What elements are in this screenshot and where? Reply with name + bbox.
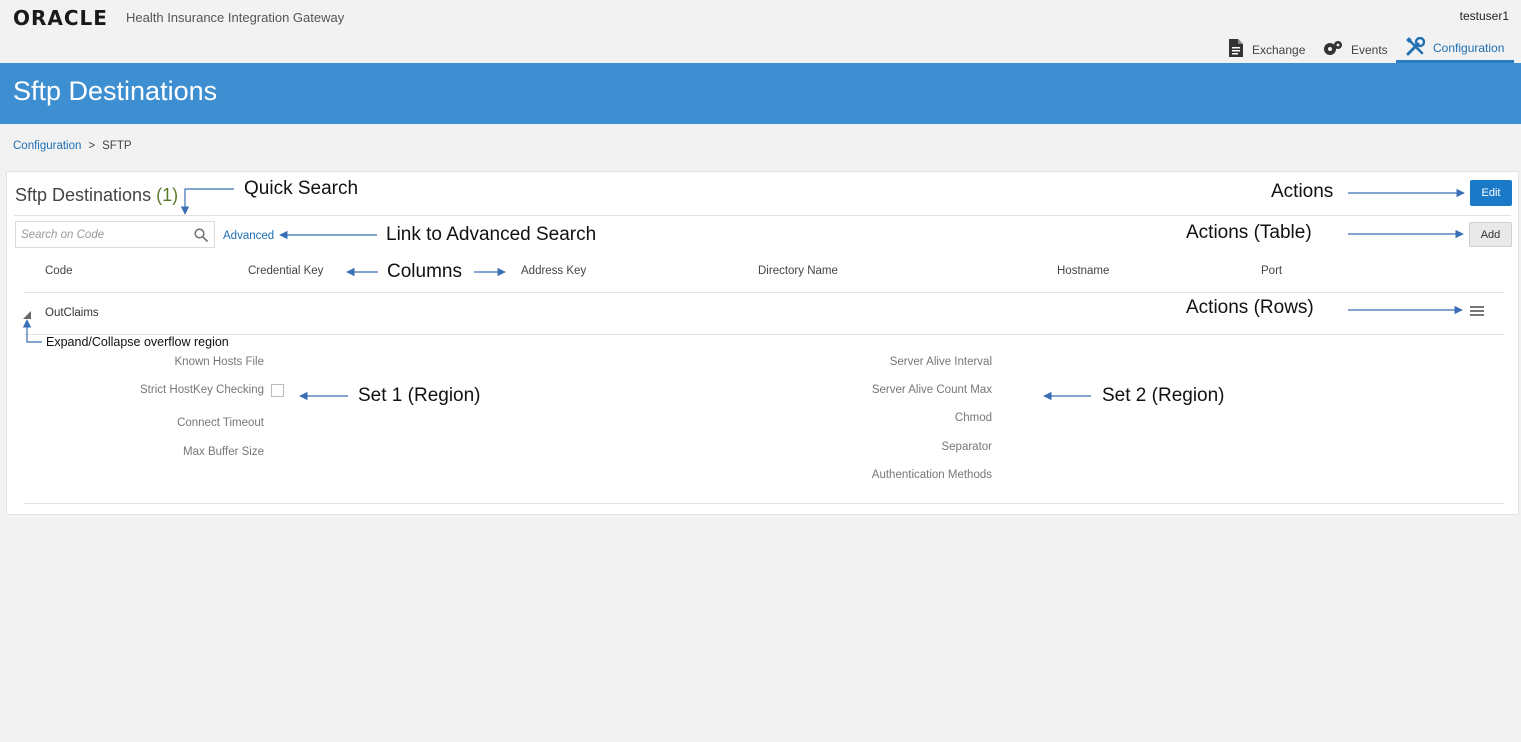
field-chmod: Chmod [954,412,992,424]
strict-hostkey-checkbox[interactable] [271,384,284,397]
annotation-actions-table: Actions (Table) [1186,222,1312,243]
header-divider [14,215,1511,216]
breadcrumb-configuration[interactable]: Configuration [13,140,81,152]
top-bar: ORACLE Health Insurance Integration Gate… [0,0,1521,63]
annotation-set2: Set 2 (Region) [1102,385,1225,406]
events-icon [1323,40,1343,59]
field-strict-hostkey-checking: Strict HostKey Checking [140,384,264,396]
search-input[interactable] [16,222,186,247]
field-server-alive-interval: Server Alive Interval [889,356,992,368]
breadcrumb: Configuration > SFTP [13,140,132,152]
annotation-expand-collapse: Expand/Collapse overflow region [46,335,229,349]
column-address-key[interactable]: Address Key [521,265,586,277]
nav-events[interactable]: Events [1323,36,1388,63]
breadcrumb-current: SFTP [102,140,132,152]
field-separator: Separator [941,441,992,453]
column-credential-key[interactable]: Credential Key [248,265,323,277]
nav-exchange[interactable]: Exchange [1228,36,1305,63]
user-menu[interactable]: testuser1 [1460,9,1509,23]
quick-search [15,221,215,248]
panel-title-text: Sftp Destinations [15,185,152,205]
field-authentication-methods: Authentication Methods [871,469,992,481]
app-title: Health Insurance Integration Gateway [126,10,345,25]
nav-configuration-label: Configuration [1433,41,1505,55]
annotation-actions-rows: Actions (Rows) [1186,297,1314,318]
annotation-quick-search: Quick Search [244,178,359,199]
search-icon[interactable] [194,228,208,247]
annotation-set1: Set 1 (Region) [358,385,481,406]
field-connect-timeout: Connect Timeout [177,417,264,429]
edit-button[interactable]: Edit [1470,180,1512,206]
field-max-buffer-size: Max Buffer Size [183,446,264,458]
field-known-hosts-file: Known Hosts File [174,356,264,368]
annotation-columns: Columns [387,261,462,282]
field-server-alive-count-max: Server Alive Count Max [871,384,992,396]
page-title: Sftp Destinations [13,76,218,106]
nav-configuration[interactable]: Configuration [1396,36,1514,63]
add-button[interactable]: Add [1469,222,1512,247]
column-divider [24,292,1504,293]
annotation-advanced-search: Link to Advanced Search [386,224,597,245]
nav-events-label: Events [1351,42,1388,57]
tools-icon [1406,36,1426,59]
row-actions-menu-icon[interactable] [1470,306,1484,318]
oracle-logo: ORACLE [13,6,108,30]
column-directory-name[interactable]: Directory Name [758,265,838,277]
row-divider [24,334,1504,335]
annotation-actions: Actions [1271,181,1334,202]
advanced-search-link[interactable]: Advanced [223,230,274,242]
nav-exchange-label: Exchange [1252,42,1306,57]
record-count: (1) [156,185,179,205]
panel-title: Sftp Destinations (1) [15,185,178,206]
row-code-cell: OutClaims [45,307,99,319]
column-port[interactable]: Port [1261,265,1282,277]
document-icon [1228,39,1244,60]
column-hostname[interactable]: Hostname [1057,265,1109,277]
collapse-triangle-icon[interactable] [22,307,32,319]
page-banner: Sftp Destinations [0,63,1521,124]
breadcrumb-separator: > [88,140,96,152]
column-code[interactable]: Code [45,265,73,277]
detail-divider [24,503,1504,504]
